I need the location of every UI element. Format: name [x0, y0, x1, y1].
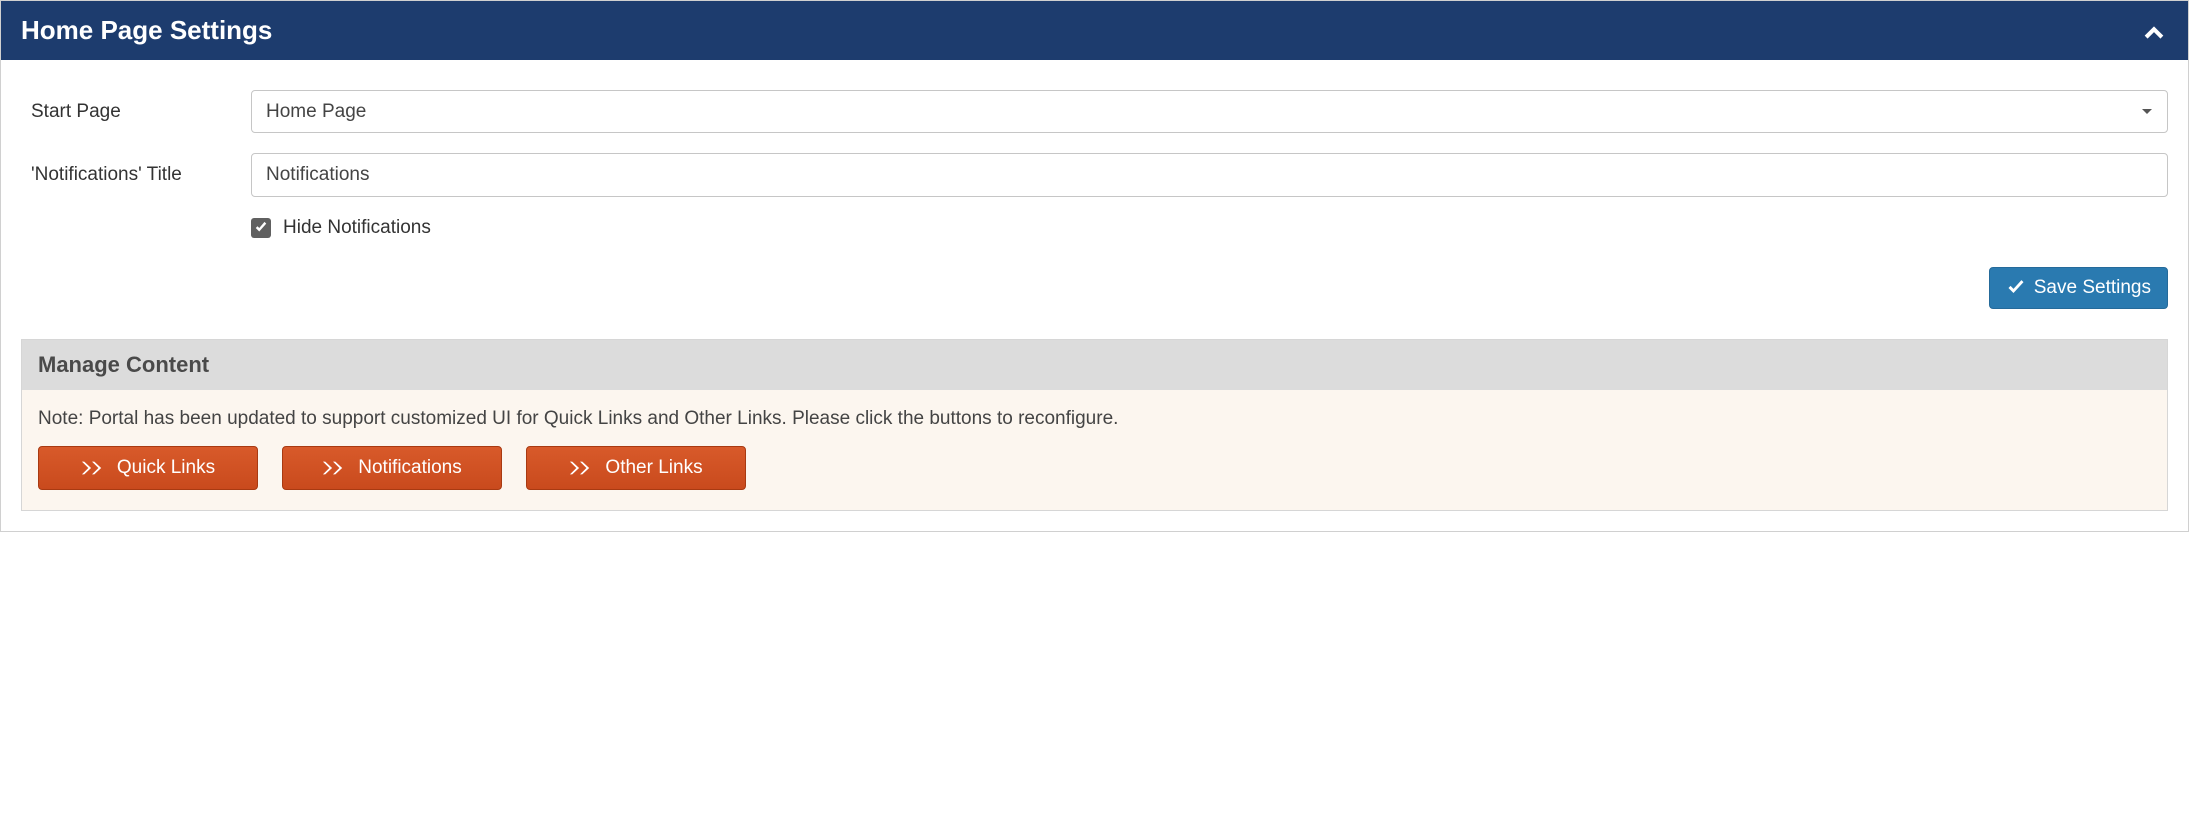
- double-chevron-right-icon: [322, 460, 344, 476]
- manage-content-body: Note: Portal has been updated to support…: [22, 390, 2167, 510]
- panel-title: Home Page Settings: [21, 15, 272, 46]
- link-buttons-row: Quick Links Notifications: [38, 446, 2151, 490]
- save-button-row: Save Settings: [21, 267, 2168, 309]
- notifications-title-control: [251, 153, 2168, 197]
- manage-content-title: Manage Content: [38, 352, 2151, 378]
- start-page-select[interactable]: Home Page: [251, 90, 2168, 133]
- start-page-control: Home Page: [251, 90, 2168, 133]
- collapse-toggle[interactable]: [2140, 17, 2168, 45]
- double-chevron-right-icon: [81, 460, 103, 476]
- chevron-up-icon: [2140, 17, 2168, 45]
- double-chevron-right-icon: [569, 460, 591, 476]
- notifications-title-input[interactable]: [251, 153, 2168, 197]
- check-icon: [254, 221, 268, 235]
- quick-links-label: Quick Links: [117, 457, 215, 479]
- other-links-label: Other Links: [605, 457, 702, 479]
- hide-notifications-label[interactable]: Hide Notifications: [283, 217, 431, 239]
- manage-content-note: Note: Portal has been updated to support…: [38, 408, 2151, 430]
- start-page-row: Start Page Home Page: [21, 90, 2168, 133]
- save-settings-button[interactable]: Save Settings: [1989, 267, 2168, 309]
- other-links-button[interactable]: Other Links: [526, 446, 746, 490]
- hide-notifications-row: Hide Notifications: [251, 217, 2168, 239]
- notifications-button-label: Notifications: [358, 457, 462, 479]
- start-page-label: Start Page: [21, 101, 251, 123]
- panel-body: Start Page Home Page 'Notifications' Tit…: [1, 60, 2188, 531]
- save-button-label: Save Settings: [2034, 277, 2151, 299]
- check-icon: [2006, 278, 2026, 298]
- panel-header: Home Page Settings: [1, 1, 2188, 60]
- notifications-button[interactable]: Notifications: [282, 446, 502, 490]
- quick-links-button[interactable]: Quick Links: [38, 446, 258, 490]
- home-page-settings-panel: Home Page Settings Start Page Home Page …: [0, 0, 2189, 532]
- notifications-title-label: 'Notifications' Title: [21, 164, 251, 186]
- manage-content-panel: Manage Content Note: Portal has been upd…: [21, 339, 2168, 511]
- notifications-title-row: 'Notifications' Title: [21, 153, 2168, 197]
- manage-content-header: Manage Content: [22, 340, 2167, 390]
- hide-notifications-checkbox[interactable]: [251, 218, 271, 238]
